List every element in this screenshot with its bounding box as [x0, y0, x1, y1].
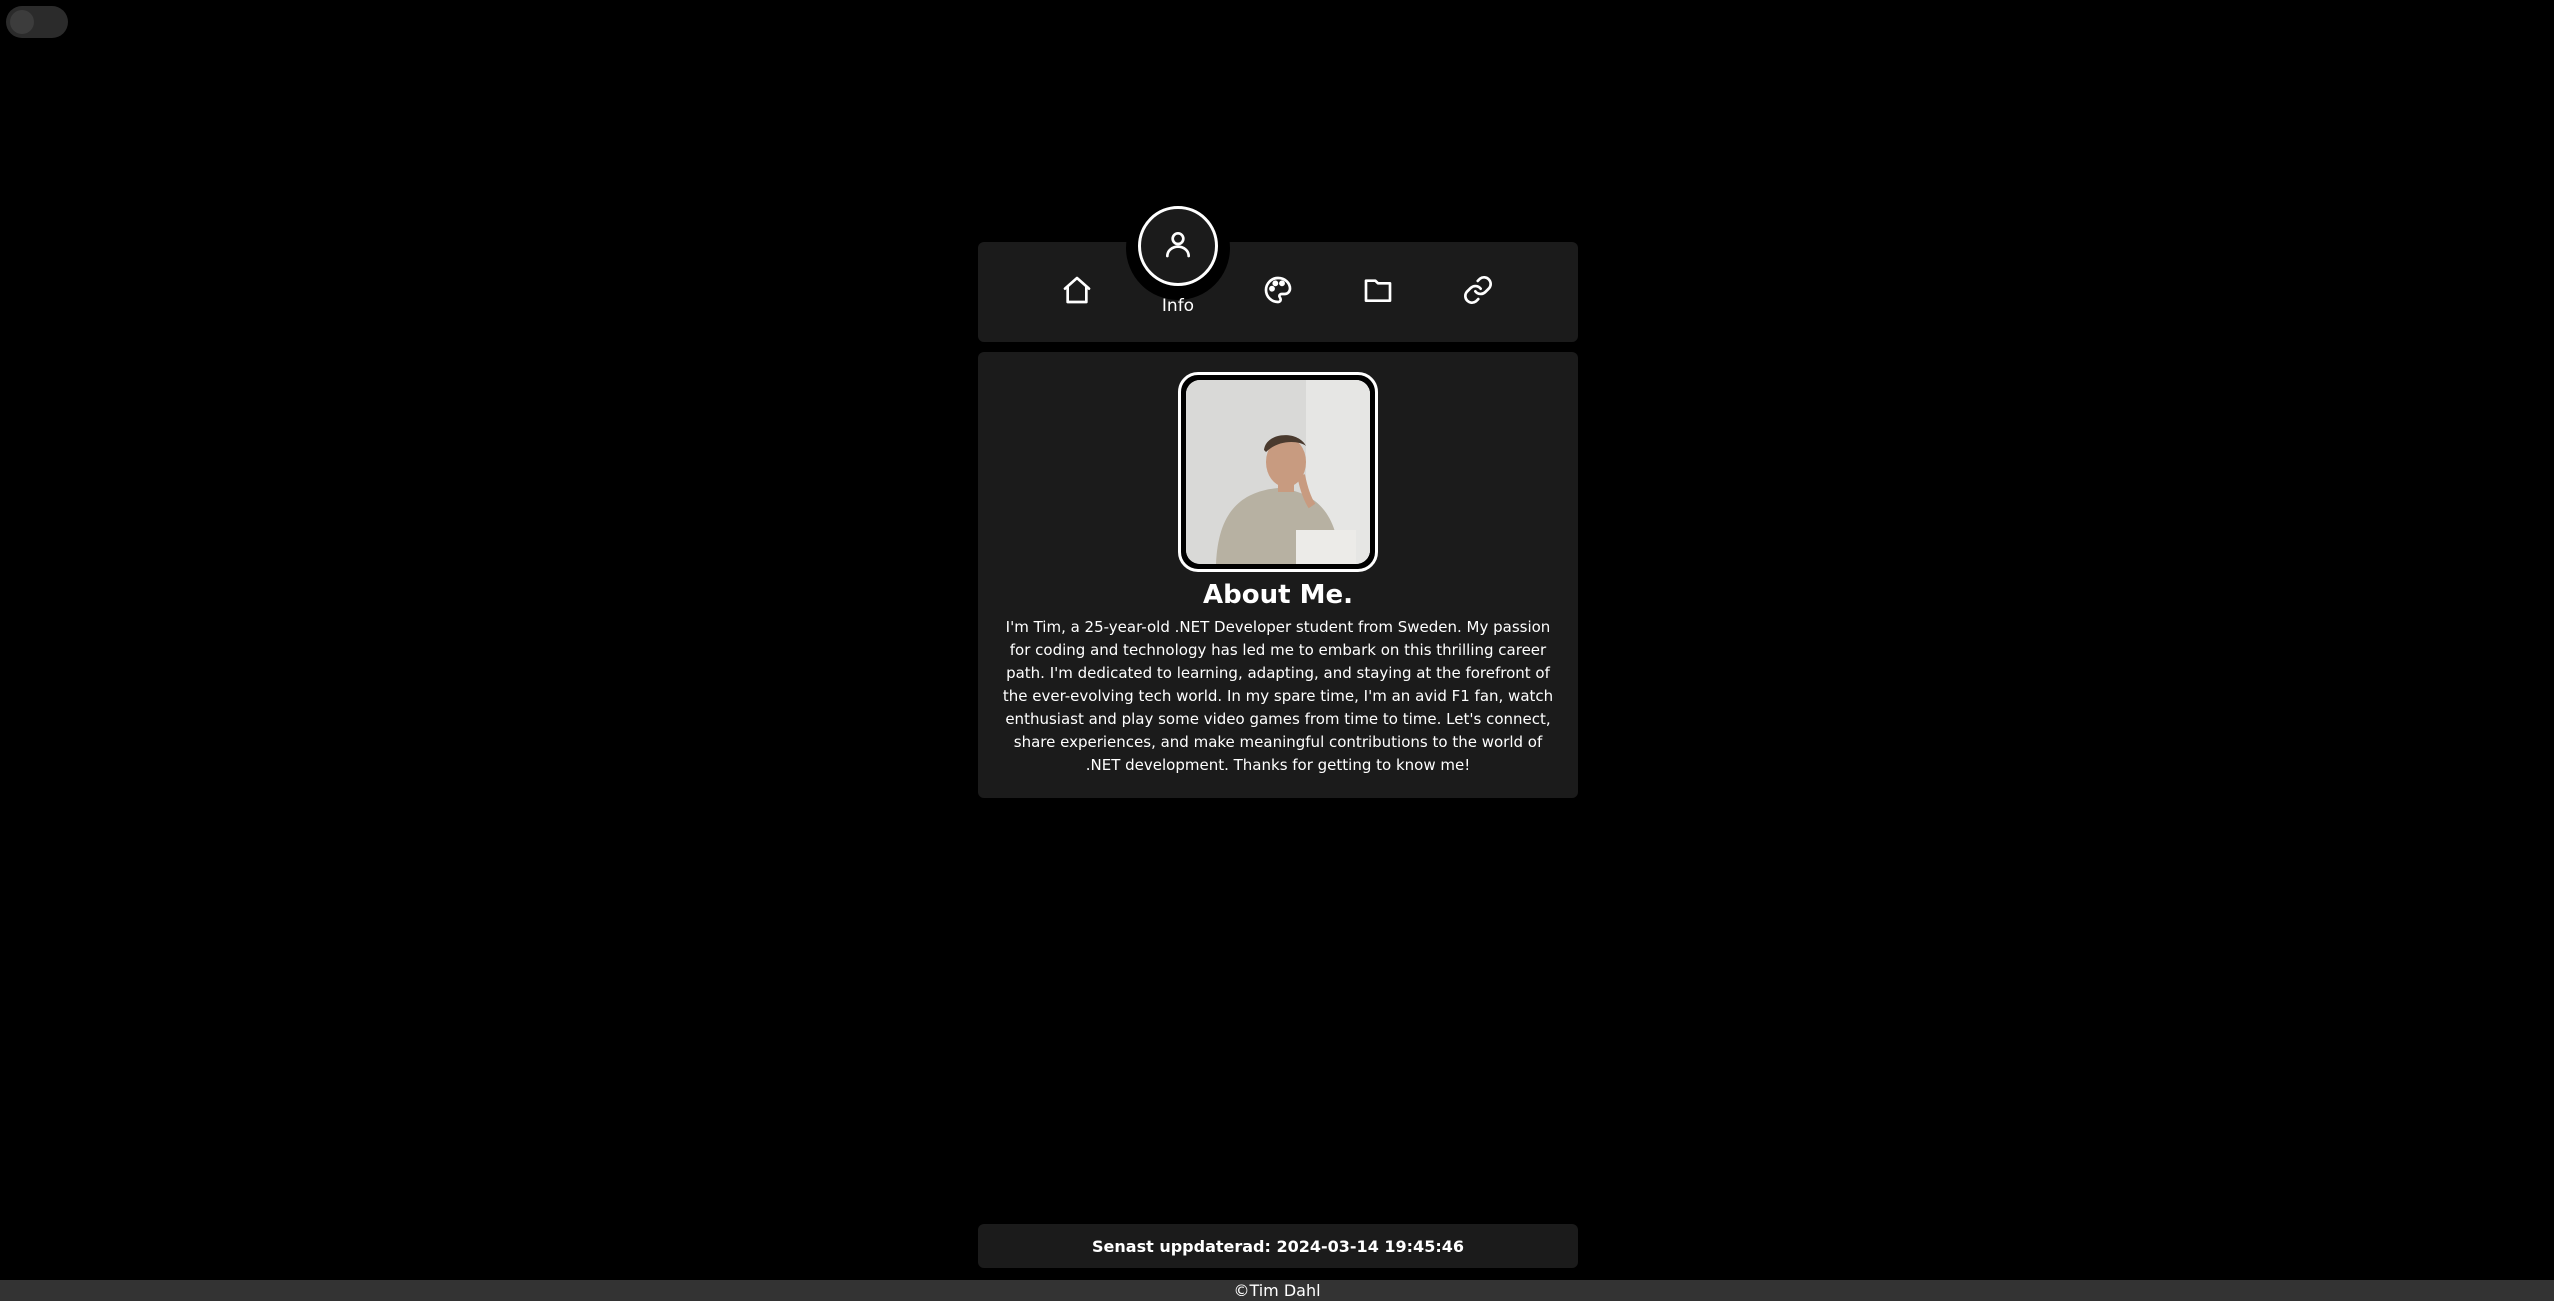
toggle-knob [10, 10, 34, 34]
user-icon [1162, 228, 1194, 264]
nav-item-palette[interactable] [1258, 272, 1298, 312]
theme-toggle[interactable] [6, 6, 68, 38]
copyright: ©Tim Dahl [0, 1280, 2554, 1301]
about-card: About Me. I'm Tim, a 25-year-old .NET De… [978, 352, 1578, 798]
home-icon [1061, 274, 1093, 310]
profile-photo-frame [1178, 372, 1378, 572]
nav-item-folder[interactable] [1358, 272, 1398, 312]
profile-photo [1186, 380, 1370, 564]
nav-item-link[interactable] [1458, 272, 1498, 312]
link-icon [1462, 274, 1494, 310]
nav-item-home[interactable] [1057, 272, 1097, 312]
last-updated: Senast uppdaterad: 2024-03-14 19:45:46 [978, 1224, 1578, 1268]
about-title: About Me. [1203, 580, 1353, 610]
palette-icon [1262, 274, 1294, 310]
about-text: I'm Tim, a 25-year-old .NET Developer st… [1002, 618, 1554, 774]
folder-icon [1362, 274, 1394, 310]
nav-item-info[interactable] [1138, 206, 1218, 286]
nav-item-info-label: Info [1161, 296, 1195, 316]
